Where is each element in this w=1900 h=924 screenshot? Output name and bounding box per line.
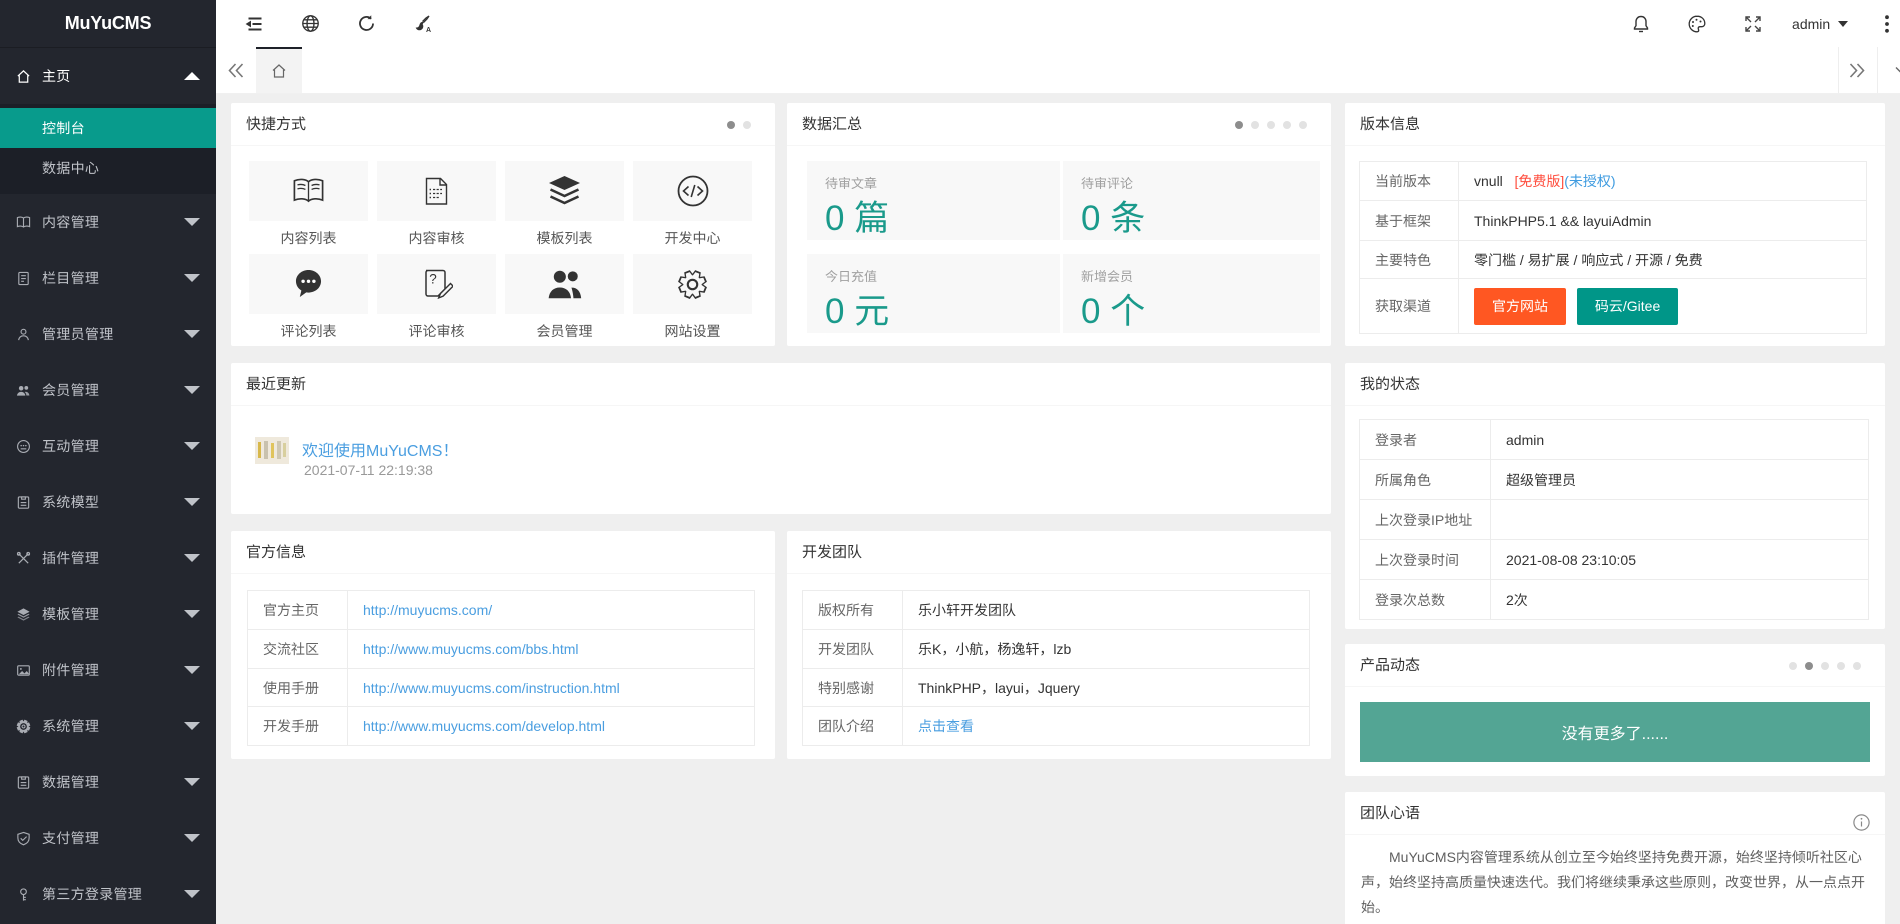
- svg-text:A: A: [426, 27, 431, 34]
- svg-text:?: ?: [429, 271, 437, 286]
